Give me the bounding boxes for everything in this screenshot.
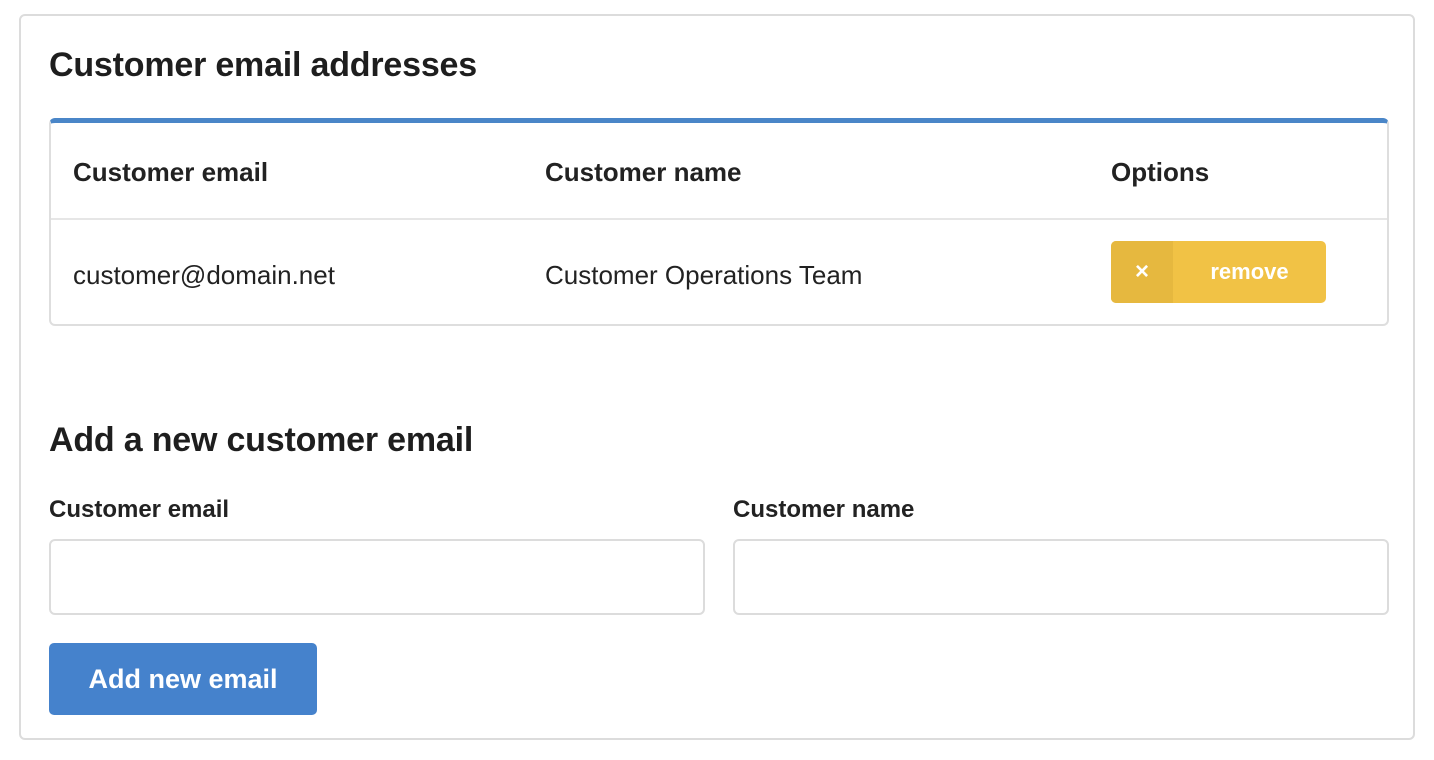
column-header-email: Customer email [73,157,269,187]
emails-table: Customer email Customer name Options cus… [49,118,1389,326]
name-field[interactable] [733,539,1389,615]
section-title-add-email: Add a new customer email [49,421,474,459]
remove-button-label: remove [1210,259,1289,284]
row-name-cell: Customer Operations Team [545,260,863,290]
add-email-button[interactable]: Add new email [49,643,317,715]
column-header-options: Options [1111,157,1210,187]
remove-button[interactable]: × remove [1111,241,1326,303]
column-header-name: Customer name [545,157,742,187]
name-field-label: Customer name [733,496,915,523]
close-icon: × [1111,241,1173,303]
row-email-cell: customer@domain.net [73,260,335,290]
email-field-label: Customer email [49,496,230,523]
email-field[interactable] [49,539,705,615]
section-title-emails: Customer email addresses [49,46,477,84]
email-settings-card: Customer email addresses Customer email … [19,14,1415,740]
table-header: Customer email Customer name Options [51,123,1387,220]
